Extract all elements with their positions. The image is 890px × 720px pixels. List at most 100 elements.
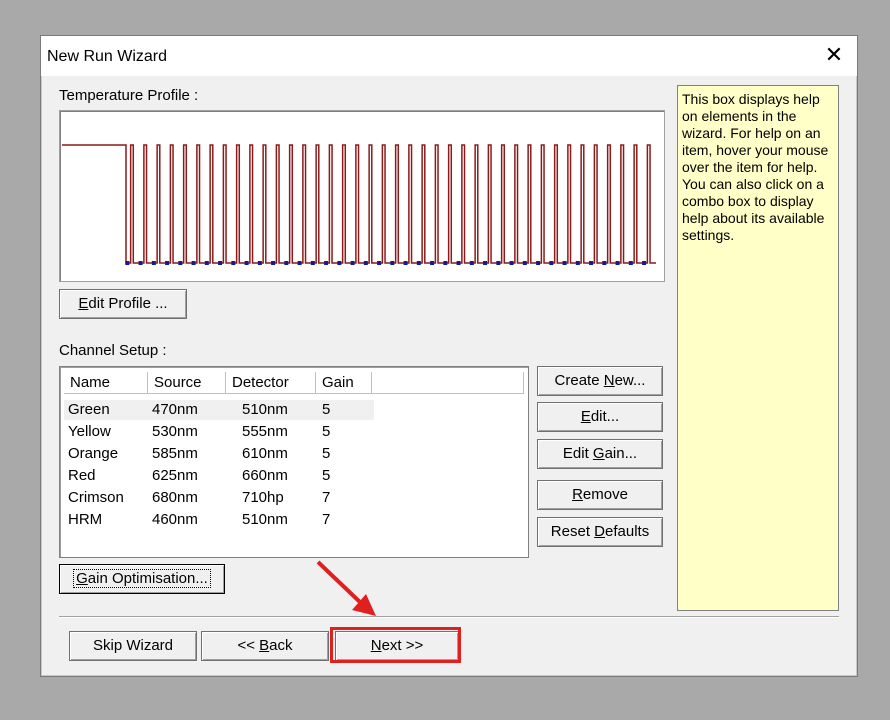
acquisition-marker <box>589 261 594 265</box>
acquisition-marker <box>642 261 647 265</box>
acquisition-marker <box>416 261 421 265</box>
column-header-name[interactable]: Name <box>64 372 148 394</box>
column-header-source[interactable]: Source <box>148 372 226 394</box>
title-bar: New Run Wizard ✕ <box>41 36 857 76</box>
acquisition-marker <box>204 261 209 265</box>
table-row[interactable]: Crimson 680nm 710hp 7 <box>64 488 374 508</box>
acquisition-marker <box>363 261 368 265</box>
edit-channel-button[interactable]: Edit... <box>537 402 663 432</box>
edit-profile-button[interactable]: Edit Profile ... <box>59 289 187 319</box>
cell-gain: 7 <box>322 489 331 506</box>
acquisition-marker <box>549 261 554 265</box>
focus-rect: Gain Optimisation... <box>73 569 211 588</box>
acquisition-marker <box>310 261 315 265</box>
arrow-shaft <box>316 560 364 606</box>
cell-gain: 5 <box>322 423 331 440</box>
acquisition-marker <box>496 261 501 265</box>
gain-optimisation-button[interactable]: Gain Optimisation... <box>59 564 225 594</box>
new-run-wizard-dialog: New Run Wizard ✕ Temperature Profile : E… <box>40 35 858 677</box>
next-highlight-box <box>330 627 461 663</box>
cell-name: Orange <box>68 445 119 462</box>
annotation-arrow-icon <box>316 560 376 616</box>
help-box: This box displays help on elements in th… <box>677 85 839 611</box>
close-icon[interactable]: ✕ <box>819 40 849 70</box>
cell-name: Red <box>68 467 96 484</box>
cell-source: 460nm <box>152 511 198 528</box>
acquisition-marker <box>191 261 196 265</box>
column-header-gain[interactable]: Gain <box>316 372 372 394</box>
table-row[interactable]: Green 470nm 510nm 5 <box>64 400 374 420</box>
cell-gain: 5 <box>322 445 331 462</box>
acquisition-marker <box>443 261 448 265</box>
column-header-detector[interactable]: Detector <box>226 372 316 394</box>
cell-source: 625nm <box>152 467 198 484</box>
channel-setup-label: Channel Setup : <box>59 342 167 359</box>
acquisition-marker <box>284 261 289 265</box>
reset-defaults-button[interactable]: Reset Defaults <box>537 517 663 547</box>
column-header-blank <box>372 372 524 394</box>
acquisition-marker <box>257 261 262 265</box>
cell-name: Crimson <box>68 489 124 506</box>
back-button[interactable]: << Back <box>201 631 329 661</box>
acquisition-marker <box>165 261 170 265</box>
cell-gain: 7 <box>322 511 331 528</box>
acquisition-marker <box>390 261 395 265</box>
acquisition-marker <box>403 261 408 265</box>
cell-name: Green <box>68 401 110 418</box>
acquisition-marker <box>377 261 382 265</box>
cell-detector: 555nm <box>242 423 288 440</box>
cell-source: 470nm <box>152 401 198 418</box>
channel-list[interactable]: Name Source Detector Gain Green 470nm 51… <box>59 366 529 558</box>
create-new-button[interactable]: Create New... <box>537 366 663 396</box>
remove-button[interactable]: Remove <box>537 480 663 510</box>
skip-wizard-button[interactable]: Skip Wizard <box>69 631 197 661</box>
window-title: New Run Wizard <box>47 48 168 65</box>
edit-gain-button[interactable]: Edit Gain... <box>537 439 663 469</box>
acquisition-marker <box>125 261 130 265</box>
table-row[interactable]: Yellow 530nm 555nm 5 <box>64 422 374 442</box>
acquisition-marker <box>218 261 223 265</box>
cell-detector: 660nm <box>242 467 288 484</box>
acquisition-marker <box>575 261 580 265</box>
acquisition-marker <box>536 261 541 265</box>
cell-gain: 5 <box>322 467 331 484</box>
cell-gain: 5 <box>322 401 331 418</box>
acquisition-marker <box>615 261 620 265</box>
acquisition-marker <box>602 261 607 265</box>
acquisition-marker <box>469 261 474 265</box>
acquisition-marker <box>522 261 527 265</box>
cell-detector: 610nm <box>242 445 288 462</box>
acquisition-marker <box>483 261 488 265</box>
cell-detector: 510nm <box>242 511 288 528</box>
acquisition-marker <box>456 261 461 265</box>
cell-name: HRM <box>68 511 103 528</box>
cell-name: Yellow <box>68 423 111 440</box>
acquisition-marker <box>138 261 143 265</box>
cell-source: 680nm <box>152 489 198 506</box>
temperature-profile-chart <box>59 110 665 282</box>
acquisition-marker <box>628 261 633 265</box>
acquisition-marker <box>350 261 355 265</box>
table-row[interactable]: Red 625nm 660nm 5 <box>64 466 374 486</box>
acquisition-marker <box>231 261 236 265</box>
cell-source: 585nm <box>152 445 198 462</box>
acquisition-marker <box>324 261 329 265</box>
table-row[interactable]: Orange 585nm 610nm 5 <box>64 444 374 464</box>
acquisition-marker <box>244 261 249 265</box>
acquisition-marker <box>297 261 302 265</box>
footer-separator <box>59 616 839 618</box>
acquisition-marker <box>337 261 342 265</box>
acquisition-marker <box>178 261 183 265</box>
temperature-profile-graph <box>62 144 656 265</box>
acquisition-marker <box>430 261 435 265</box>
acquisition-marker <box>271 261 276 265</box>
table-row[interactable]: HRM 460nm 510nm 7 <box>64 510 374 530</box>
cell-detector: 710hp <box>242 489 284 506</box>
cell-source: 530nm <box>152 423 198 440</box>
acquisition-marker <box>151 261 156 265</box>
profile-line <box>62 144 656 264</box>
acquisition-marker <box>562 261 567 265</box>
temperature-profile-label: Temperature Profile : <box>59 87 199 104</box>
help-text: This box displays help on elements in th… <box>682 91 829 243</box>
cell-detector: 510nm <box>242 401 288 418</box>
